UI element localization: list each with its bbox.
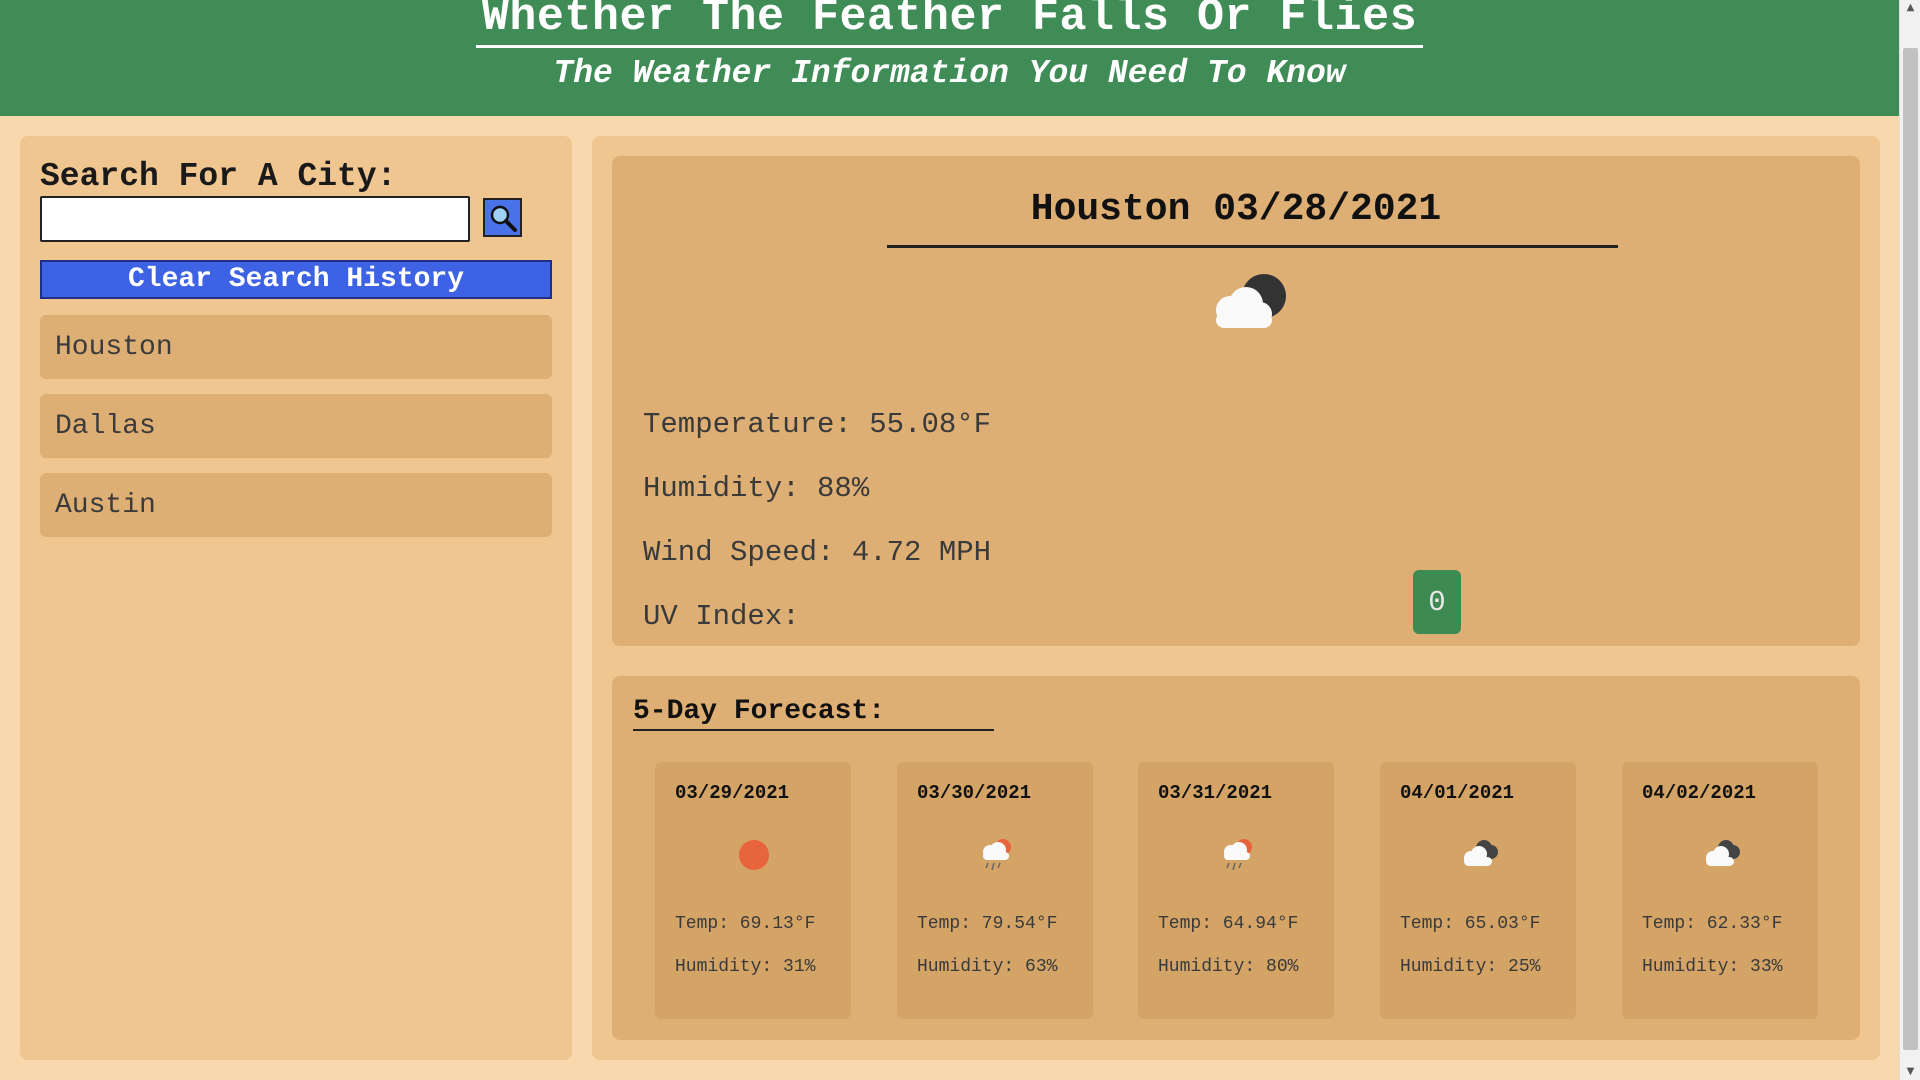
broken-clouds-icon (1458, 834, 1502, 881)
forecast-date: 04/02/2021 (1642, 782, 1757, 804)
scroll-up-arrow-icon[interactable]: ▲ (1900, 0, 1920, 16)
forecast-day-card: 03/31/2021 Temp: 64.94°F Humidity: 80% (1138, 762, 1334, 1019)
history-item-austin[interactable]: Austin (40, 473, 552, 537)
forecast-temp: Temp: 79.54°F (917, 914, 1058, 934)
cloud-night-icon (1202, 268, 1302, 343)
app-subtitle: The Weather Information You Need To Know (553, 55, 1346, 92)
scrollbar-thumb[interactable] (1903, 48, 1918, 1050)
current-humidity: Humidity: 88% (643, 472, 870, 505)
weather-main: Houston 03/28/2021 Temperature: 55.08°F … (592, 136, 1880, 1060)
current-temperature: Temperature: 55.08°F (643, 408, 992, 441)
app-header: Whether The Feather Falls Or Flies The W… (0, 0, 1899, 116)
sun-icon (733, 834, 775, 881)
forecast-temp: Temp: 65.03°F (1400, 914, 1541, 934)
broken-clouds-icon (1700, 834, 1744, 881)
search-label: Search For A City: (40, 158, 397, 195)
forecast-temp: Temp: 64.94°F (1158, 914, 1299, 934)
forecast-date: 03/30/2021 (917, 782, 1032, 804)
forecast-humidity: Humidity: 80% (1158, 957, 1299, 977)
search-sidebar: Search For A City: Clear Search History … (20, 136, 572, 1060)
history-item-dallas[interactable]: Dallas (40, 394, 552, 458)
page: Whether The Feather Falls Or Flies The W… (0, 0, 1920, 1080)
forecast-humidity: Humidity: 33% (1642, 957, 1783, 977)
rain-sun-icon (1216, 834, 1258, 881)
history-item-houston[interactable]: Houston (40, 315, 552, 379)
current-wind-speed: Wind Speed: 4.72 MPH (643, 536, 992, 569)
current-city-date: Houston 03/28/2021 (1030, 188, 1442, 231)
forecast-date: 03/31/2021 (1158, 782, 1273, 804)
title-divider (887, 245, 1618, 248)
uv-index-label: UV Index: (643, 600, 800, 633)
search-button[interactable] (483, 198, 522, 237)
forecast-day-card: 03/29/2021 Temp: 69.13°F Humidity: 31% (655, 762, 851, 1019)
search-icon (490, 205, 517, 232)
forecast-humidity: Humidity: 31% (675, 957, 816, 977)
vertical-scrollbar[interactable]: ▲ ▼ (1899, 0, 1920, 1080)
rain-sun-icon (975, 834, 1017, 881)
forecast-temp: Temp: 69.13°F (675, 914, 816, 934)
uv-index-badge: 0 (1413, 570, 1461, 634)
current-weather-card: Houston 03/28/2021 Temperature: 55.08°F … (612, 156, 1860, 646)
clear-history-button[interactable]: Clear Search History (40, 260, 552, 299)
forecast-date: 03/29/2021 (675, 782, 790, 804)
five-day-forecast: 5-Day Forecast: 03/29/2021 Temp: 69.13°F… (612, 676, 1860, 1040)
app-title: Whether The Feather Falls Or Flies (0, 0, 1899, 48)
forecast-date: 04/01/2021 (1400, 782, 1515, 804)
forecast-humidity: Humidity: 63% (917, 957, 1058, 977)
forecast-day-card: 04/01/2021 Temp: 65.03°F Humidity: 25% (1380, 762, 1576, 1019)
scroll-down-arrow-icon[interactable]: ▼ (1900, 1064, 1920, 1080)
forecast-day-card: 04/02/2021 Temp: 62.33°F Humidity: 33% (1622, 762, 1818, 1019)
forecast-title: 5-Day Forecast: (633, 696, 994, 731)
city-search-input[interactable] (40, 196, 470, 242)
forecast-day-card: 03/30/2021 Temp: 79.54°F Humidity: 63% (897, 762, 1093, 1019)
search-history-list: Houston Dallas Austin (40, 315, 552, 552)
forecast-temp: Temp: 62.33°F (1642, 914, 1783, 934)
forecast-humidity: Humidity: 25% (1400, 957, 1541, 977)
